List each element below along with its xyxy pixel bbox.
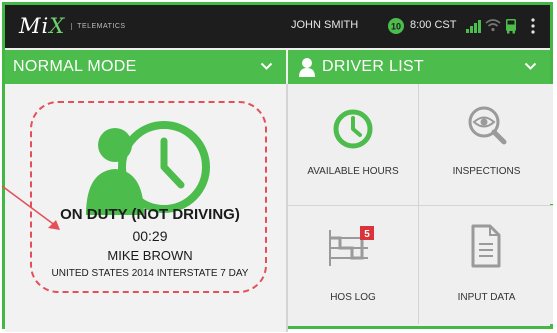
chevron-down-icon xyxy=(260,62,273,70)
clock-icon xyxy=(333,109,373,149)
tile-label: AVAILABLE HOURS xyxy=(307,166,399,177)
logo-mark: MiX xyxy=(19,14,66,38)
tile-input-data[interactable]: INPUT DATA xyxy=(420,206,553,324)
document-icon xyxy=(471,224,501,268)
hos-log-badge: 5 xyxy=(364,229,370,240)
mix-logo: MiX TELEMATICS xyxy=(19,13,126,39)
clock-time: 8:00 CST xyxy=(410,19,457,31)
tile-hos-log[interactable]: 5 HOS LOG xyxy=(288,206,418,324)
callout-arrow xyxy=(1,185,60,230)
notification-icon[interactable]: 10 xyxy=(387,17,405,35)
top-bar: MiX TELEMATICS JOHN SMITH 10 8:00 CST xyxy=(5,5,550,48)
tile-inspections[interactable]: INSPECTIONS xyxy=(420,84,553,204)
wifi-icon xyxy=(485,19,501,32)
duty-status-icon xyxy=(86,121,210,215)
driver-list-dropdown[interactable]: DRIVER LIST xyxy=(288,50,550,84)
overflow-menu-icon[interactable] xyxy=(531,18,535,34)
tile-available-hours[interactable]: AVAILABLE HOURS xyxy=(288,84,418,204)
tile-label: INPUT DATA xyxy=(457,292,516,303)
user-name[interactable]: JOHN SMITH xyxy=(291,19,358,31)
chevron-down-icon xyxy=(524,62,537,70)
driver-list-label: DRIVER LIST xyxy=(322,58,424,75)
notification-count: 10 xyxy=(391,22,401,32)
eye-magnifier-icon xyxy=(468,106,507,145)
vehicle-icon xyxy=(506,19,516,34)
grid-divider-vertical xyxy=(418,84,419,324)
driver-name: MIKE BROWN xyxy=(107,248,193,263)
ruleset-text: UNITED STATES 2014 INTERSTATE 7 DAY xyxy=(51,268,249,279)
person-icon xyxy=(299,58,315,77)
logo-subtitle: TELEMATICS xyxy=(71,22,125,30)
tile-label: INSPECTIONS xyxy=(452,166,521,177)
log-chart-icon: 5 xyxy=(329,226,374,266)
mode-dropdown[interactable]: NORMAL MODE xyxy=(5,50,286,84)
signal-icon xyxy=(466,20,481,33)
tile-label: HOS LOG xyxy=(330,292,376,303)
mode-label: NORMAL MODE xyxy=(13,58,137,75)
